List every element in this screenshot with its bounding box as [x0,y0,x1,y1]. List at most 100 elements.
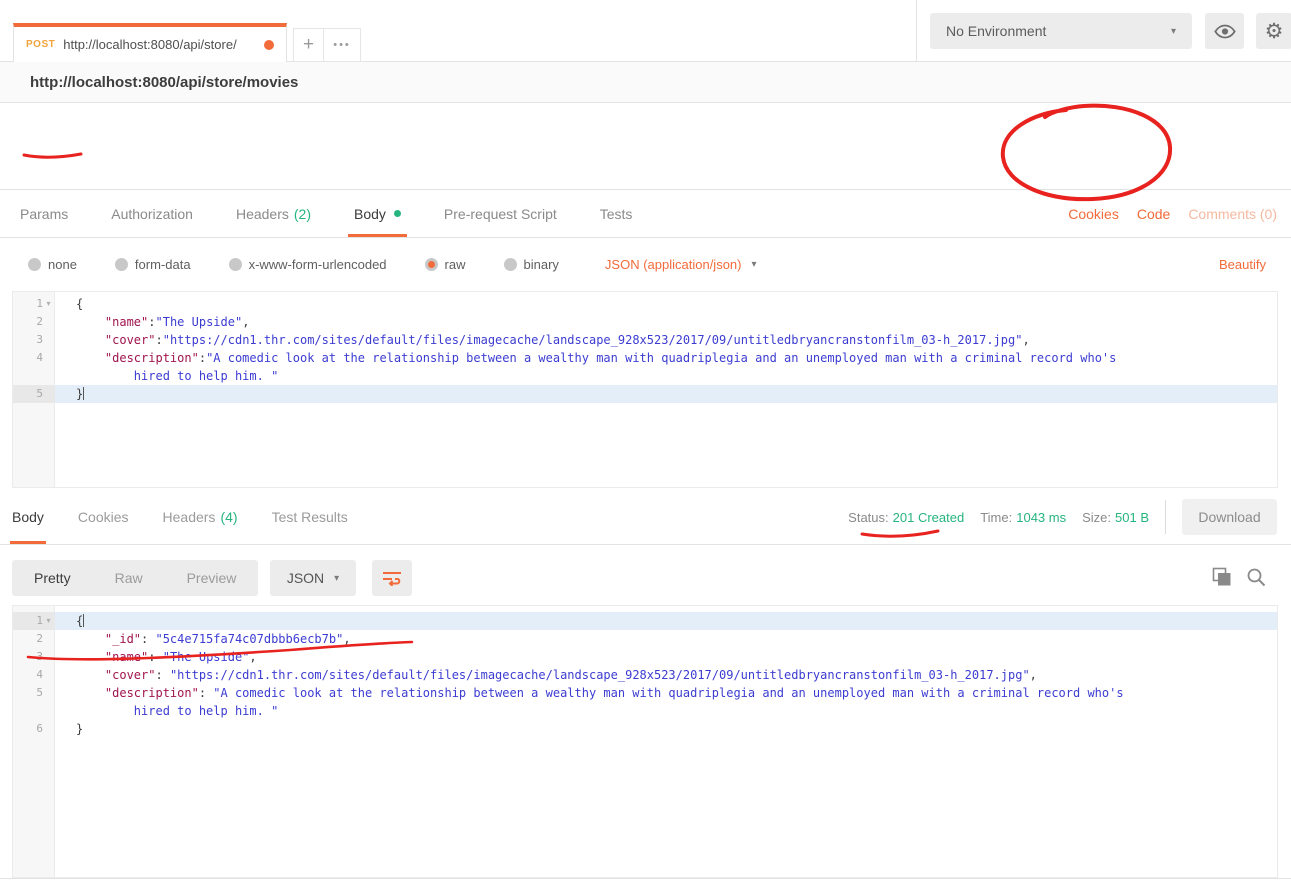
gutter-cell: 3 [13,648,55,666]
tab-authorization[interactable]: Authorization [111,190,193,237]
format-label: JSON [287,570,324,586]
environment-selector[interactable]: No Environment ▾ [930,13,1192,49]
radio-icon[interactable] [229,258,242,271]
response-view-group: Pretty Raw Preview [12,560,258,596]
view-preview-button[interactable]: Preview [165,560,259,596]
code-line[interactable]: } [55,385,1277,403]
status-value: 201 Created [893,510,965,525]
line-number: 4 [36,349,43,367]
gutter-cell: 4 [13,349,55,367]
mode-label: form-data [135,257,191,272]
gutter-cell: 5 [13,684,55,702]
eye-icon [1214,24,1236,39]
request-body-editor[interactable]: 1▾{2 "name":"The Upside",3 "cover":"http… [12,291,1278,488]
code-row: 3 "name": "The Upside", [13,648,1277,666]
request-tab[interactable]: POST http://localhost:8080/api/store/ [13,23,287,62]
wrap-text-button[interactable] [372,560,412,596]
code-row: 2 "_id": "5c4e715fa74c07dbbb6ecb7b", [13,630,1277,648]
code-line[interactable]: "cover":"https://cdn1.thr.com/sites/defa… [55,331,1277,349]
tab-label: Tests [600,206,633,222]
request-links: Cookies Code Comments (0) [1068,190,1277,238]
unsaved-dot-icon [264,40,274,50]
size-value: 501 B [1115,510,1149,525]
headers-count-badge: (4) [220,509,237,525]
download-button[interactable]: Download [1182,499,1277,535]
request-title-row: http://localhost:8080/api/store/movies [0,62,1291,103]
code-line: "name": "The Upside", [55,648,1277,666]
mode-x-www-form-urlencoded[interactable]: x-www-form-urlencoded [229,257,387,272]
code-line[interactable]: { [55,295,1277,313]
response-format-selector[interactable]: JSON ▾ [270,560,356,596]
search-response-button[interactable] [1246,567,1266,592]
size-pair: Size: 501 B [1082,510,1149,525]
code-link[interactable]: Code [1137,206,1170,222]
radio-icon[interactable] [504,258,517,271]
tab-body[interactable]: Body [354,190,401,237]
code-line: "description": "A comedic look at the re… [55,684,1277,702]
line-number: 1 [36,295,43,313]
copy-icon [1212,567,1232,587]
search-icon [1246,567,1266,587]
code-row: hired to help him. " [13,367,1277,385]
fold-caret-icon[interactable]: ▾ [43,612,54,630]
mode-form-data[interactable]: form-data [115,257,191,272]
beautify-link[interactable]: Beautify [1219,257,1266,272]
mode-label: raw [445,257,466,272]
content-type-label: JSON (application/json) [605,257,742,272]
tab-headers[interactable]: Headers (2) [236,190,311,237]
tab-label: Headers [163,509,216,525]
chevron-down-icon: ▾ [751,259,756,270]
new-tab-button[interactable]: + [293,28,324,62]
request-title: http://localhost:8080/api/store/movies [30,74,298,91]
code-row: hired to help him. " [13,702,1277,720]
settings-button[interactable]: ⚙ [1256,13,1291,49]
tab-pre-request-script[interactable]: Pre-request Script [444,190,557,237]
tab-params[interactable]: Params [20,190,68,237]
tab-label: Pre-request Script [444,206,557,222]
radio-icon[interactable] [115,258,128,271]
environment-quicklook-button[interactable] [1205,13,1244,49]
code-line[interactable]: "description":"A comedic look at the rel… [55,349,1277,367]
radio-icon[interactable] [28,258,41,271]
tab-options-button[interactable]: ••• [323,28,361,62]
plus-icon: + [303,34,314,56]
content-type-selector[interactable]: JSON (application/json) ▾ [605,257,757,272]
code-line: "cover": "https://cdn1.thr.com/sites/def… [55,666,1277,684]
request-tabs-row: Params Authorization Headers (2) Body Pr… [0,190,1291,238]
code-row: 1▾{ [13,295,1277,313]
code-line: "_id": "5c4e715fa74c07dbbb6ecb7b", [55,630,1277,648]
tab-label: Cookies [78,509,129,525]
response-tab-test-results[interactable]: Test Results [272,489,348,544]
line-number: 5 [36,385,43,403]
tab-tests[interactable]: Tests [600,190,633,237]
environment-label: No Environment [946,23,1171,39]
response-tab-headers[interactable]: Headers (4) [163,489,238,544]
cookies-link[interactable]: Cookies [1068,206,1119,222]
tab-label: Body [12,509,44,525]
radio-selected-icon[interactable] [425,258,438,271]
size-label: Size: [1082,510,1111,525]
wrap-text-icon [382,570,402,586]
code-line[interactable]: "name":"The Upside", [55,313,1277,331]
copy-response-button[interactable] [1212,567,1232,592]
comments-link[interactable]: Comments (0) [1188,206,1277,222]
view-raw-button[interactable]: Raw [93,560,165,596]
view-pretty-button[interactable]: Pretty [12,560,93,596]
tab-label: Headers [236,206,289,222]
tab-url-label: http://localhost:8080/api/store/ [63,37,258,52]
ellipsis-icon: ••• [333,39,351,51]
request-builder-row: POST ▾ Send ▾ Save ▾ [0,103,1291,190]
line-number: 2 [36,313,43,331]
code-line[interactable]: hired to help him. " [55,367,1277,385]
line-number: 3 [36,648,43,666]
fold-caret-icon[interactable]: ▾ [43,295,54,313]
code-row: 3 "cover":"https://cdn1.thr.com/sites/de… [13,331,1277,349]
response-tab-cookies[interactable]: Cookies [78,489,129,544]
mode-none[interactable]: none [28,257,77,272]
response-tab-body[interactable]: Body [12,489,44,544]
mode-binary[interactable]: binary [504,257,559,272]
time-value: 1043 ms [1016,510,1066,525]
text-cursor [83,614,84,627]
mode-raw[interactable]: raw [425,257,466,272]
code-row: 4 "description":"A comedic look at the r… [13,349,1277,367]
